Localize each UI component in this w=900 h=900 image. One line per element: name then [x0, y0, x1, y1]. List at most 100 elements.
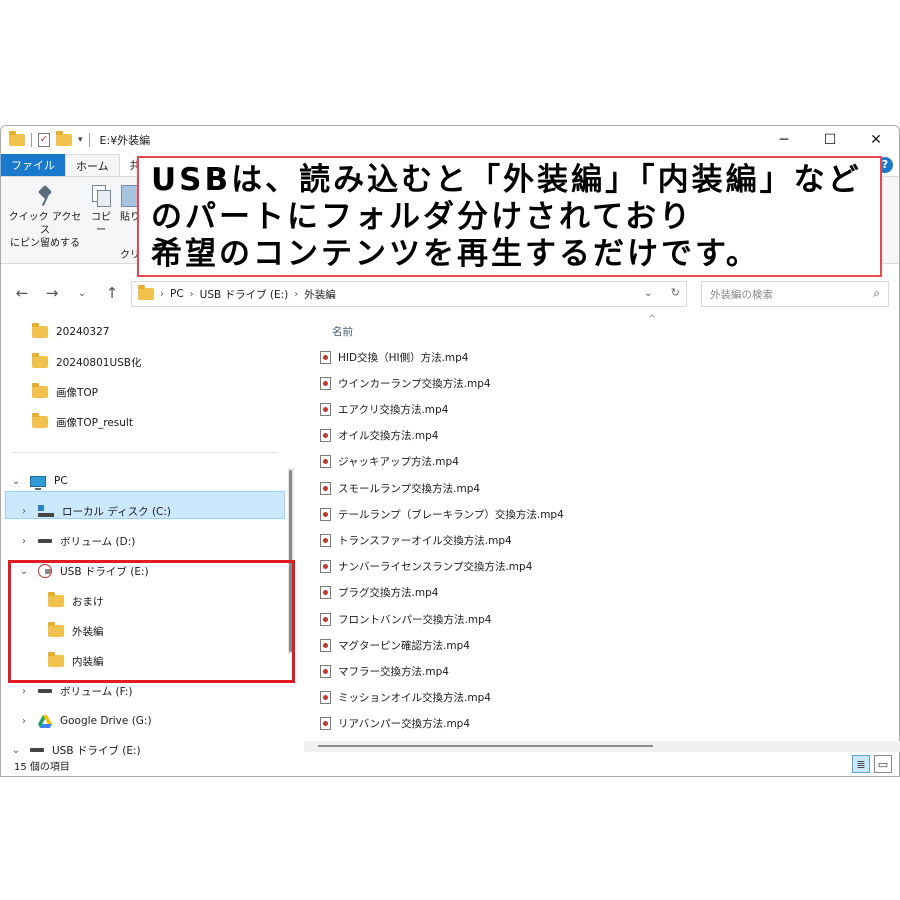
recent-locations-icon[interactable]: ⌄: [67, 288, 97, 299]
chevron-right-icon[interactable]: ›: [18, 506, 30, 517]
video-file-icon: [320, 533, 331, 547]
file-row[interactable]: テールランプ（ブレーキランプ）交換方法.mp4: [320, 503, 564, 525]
nav-item-pc[interactable]: ⌄ PC: [10, 469, 68, 493]
file-name: エアクリ交換方法.mp4: [338, 403, 449, 416]
search-input[interactable]: 外装編の検索 ⌕: [701, 281, 889, 307]
nav-quick-item[interactable]: 20240327: [32, 320, 109, 344]
file-name: ミッションオイル交換方法.mp4: [338, 692, 491, 705]
file-row[interactable]: オイル交換方法.mp4: [320, 425, 438, 447]
file-row[interactable]: スモールランプ交換方法.mp4: [320, 477, 480, 499]
nav-item-label: ボリューム (D:): [60, 535, 136, 548]
chevron-down-icon[interactable]: ⌄: [644, 286, 653, 299]
toolbar-separator: [88, 133, 90, 147]
file-row[interactable]: HID交換（HI側）方法.mp4: [320, 346, 468, 368]
chevron-right-icon[interactable]: ›: [294, 289, 298, 300]
nav-item-drive-c[interactable]: › ローカル ディスク (C:): [18, 499, 171, 523]
drive-icon: [38, 539, 52, 543]
file-name: トランスファーオイル交換方法.mp4: [338, 534, 512, 547]
address-bar[interactable]: › PC › USB ドライブ (E:) › 外装編 ⌄ ↻: [131, 281, 687, 307]
back-icon[interactable]: ←: [7, 284, 37, 302]
up-icon[interactable]: ↑: [97, 284, 127, 302]
chevron-right-icon[interactable]: ›: [18, 716, 30, 727]
breadcrumb-current-folder[interactable]: 外装編: [304, 287, 336, 302]
sort-ascending-icon: ^: [648, 314, 657, 325]
minimize-button[interactable]: ─: [761, 126, 807, 154]
nav-item-drive-d[interactable]: › ボリューム (D:): [18, 529, 135, 553]
nav-item-label: Google Drive (G:): [60, 715, 152, 727]
forward-icon[interactable]: →: [37, 284, 67, 302]
details-view-icon[interactable]: ≣: [852, 755, 870, 773]
video-file-icon: [320, 717, 331, 731]
nav-quick-item[interactable]: 画像TOP_result: [32, 410, 133, 434]
annotation-callout: USBは、読み込むと「外装編」「内装編」など のパートにフォルダ分けされており …: [137, 156, 882, 277]
tab-file[interactable]: ファイル: [1, 154, 65, 176]
file-name: オイル交換方法.mp4: [338, 430, 439, 443]
video-file-icon: [320, 691, 331, 705]
file-row[interactable]: ミッションオイル交換方法.mp4: [320, 687, 491, 709]
file-row[interactable]: ジャッキアップ方法.mp4: [320, 451, 459, 473]
callout-line: USBは、読み込むと「外装編」「内装編」など: [151, 162, 862, 198]
chevron-down-icon[interactable]: ⌄: [10, 745, 22, 756]
file-name: スモールランプ交換方法.mp4: [338, 482, 481, 495]
folder-icon: [32, 323, 48, 338]
nav-item-label: ローカル ディスク (C:): [62, 505, 172, 518]
file-name: プラグ交換方法.mp4: [338, 587, 439, 600]
nav-quick-item-label: 20240801USB化: [56, 356, 142, 369]
search-icon[interactable]: ⌕: [873, 286, 880, 301]
chevron-right-icon[interactable]: ›: [190, 289, 194, 300]
close-button[interactable]: ✕: [853, 126, 899, 154]
video-file-icon: [320, 481, 331, 495]
file-row[interactable]: フロントバンパー交換方法.mp4: [320, 608, 491, 630]
file-row[interactable]: トランスファーオイル交換方法.mp4: [320, 529, 512, 551]
file-row[interactable]: エアクリ交換方法.mp4: [320, 398, 448, 420]
video-file-icon: [320, 455, 331, 469]
maximize-button[interactable]: ☐: [807, 126, 853, 154]
large-icons-view-icon[interactable]: ▭: [874, 755, 892, 773]
pin-label: クイック アクセス にピン留めする: [8, 212, 82, 249]
video-file-icon: [320, 429, 331, 443]
nav-quick-item-label: 20240327: [56, 326, 110, 338]
copy-button[interactable]: コピー: [87, 185, 115, 237]
video-file-icon: [320, 586, 331, 600]
drive-icon: [30, 748, 44, 752]
video-file-icon: [320, 560, 331, 574]
chevron-right-icon[interactable]: ›: [18, 686, 30, 697]
file-name: フロントバンパー交換方法.mp4: [338, 613, 492, 626]
file-row[interactable]: マグターピン確認方法.mp4: [320, 634, 470, 656]
chevron-right-icon[interactable]: ›: [18, 536, 30, 547]
nav-item-label: PC: [54, 475, 68, 487]
status-item-count: 15 個の項目: [14, 762, 70, 773]
video-file-icon: [320, 402, 331, 416]
window-title: E:¥外装編: [99, 134, 151, 147]
pin-to-quick-access-button[interactable]: クイック アクセス にピン留めする: [7, 185, 83, 250]
breadcrumb-pc[interactable]: PC: [170, 288, 184, 300]
file-row[interactable]: マフラー交換方法.mp4: [320, 660, 449, 682]
horizontal-scrollbar-thumb[interactable]: [318, 745, 653, 747]
breadcrumb-usb-drive[interactable]: USB ドライブ (E:): [200, 287, 289, 302]
video-file-icon: [320, 350, 331, 364]
nav-item-drive-g[interactable]: › Google Drive (G:): [18, 709, 152, 733]
properties-icon[interactable]: ✓: [38, 133, 50, 147]
file-name: テールランプ（ブレーキランプ）交換方法.mp4: [338, 508, 564, 521]
customize-toolbar-icon[interactable]: ▾: [78, 135, 83, 145]
file-name: リアバンパー交換方法.mp4: [338, 718, 471, 731]
video-file-icon: [320, 664, 331, 678]
refresh-icon[interactable]: ↻: [671, 286, 680, 299]
nav-quick-item-label: 画像TOP: [56, 386, 99, 399]
nav-quick-item[interactable]: 20240801USB化: [32, 350, 142, 374]
column-header-name[interactable]: 名前: [332, 324, 353, 339]
local-disk-icon: [38, 505, 54, 517]
chevron-down-icon[interactable]: ⌄: [10, 476, 22, 487]
toolbar-separator: [31, 133, 32, 147]
nav-quick-item[interactable]: 画像TOP: [32, 380, 98, 404]
tab-home[interactable]: ホーム: [65, 154, 120, 176]
pin-icon: [35, 185, 55, 207]
file-row[interactable]: ナンバーライセンスランプ交換方法.mp4: [320, 556, 532, 578]
file-row[interactable]: ウインカーランプ交換方法.mp4: [320, 372, 491, 394]
folder-icon: [32, 353, 48, 368]
search-placeholder: 外装編の検索: [710, 288, 773, 301]
file-row[interactable]: リアバンパー交換方法.mp4: [320, 713, 470, 735]
callout-line: のパートにフォルダ分けされており: [151, 199, 694, 235]
new-folder-icon[interactable]: [56, 131, 72, 146]
file-row[interactable]: プラグ交換方法.mp4: [320, 582, 438, 604]
